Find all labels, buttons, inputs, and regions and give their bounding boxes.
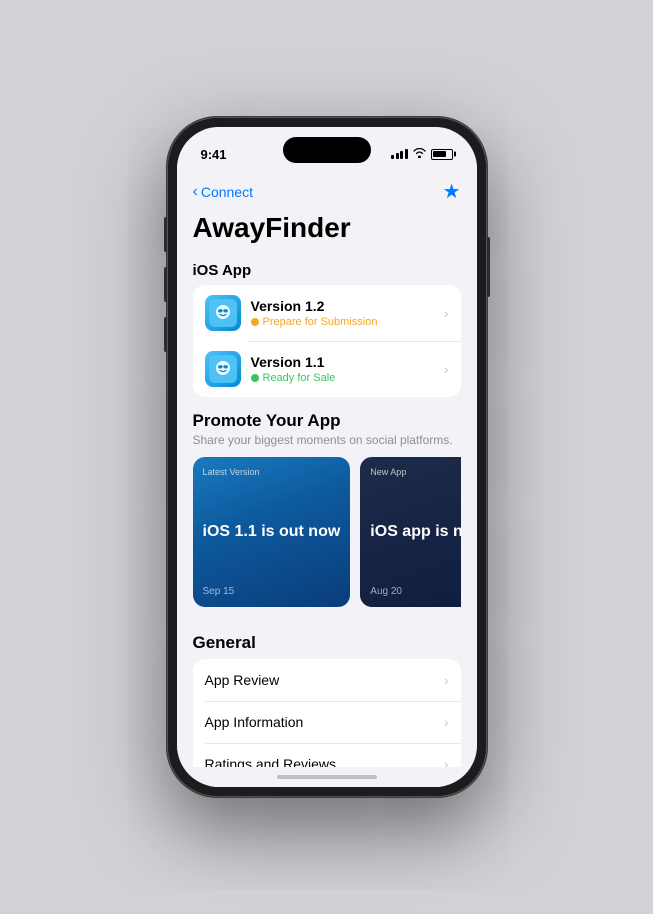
version-status-1: Prepare for Submission (251, 316, 434, 328)
app-icon-v12 (205, 295, 241, 331)
version-row-1[interactable]: Version 1.2 Prepare for Submission › (193, 285, 461, 341)
promote-title: Promote Your App (193, 411, 461, 431)
battery-icon (431, 149, 453, 160)
app-information-label: App Information (205, 714, 304, 730)
general-row-app-review[interactable]: App Review › (193, 659, 461, 701)
version-row-2[interactable]: Version 1.1 Ready for Sale › (193, 341, 461, 397)
status-indicator-2 (251, 374, 259, 382)
version-status-2: Ready for Sale (251, 372, 434, 384)
status-bar: 9:41 (177, 127, 477, 171)
general-row-ratings[interactable]: Ratings and Reviews › (193, 743, 461, 767)
general-card: App Review › App Information › Ratings a… (193, 659, 461, 767)
promo-card-1-date: Sep 15 (203, 586, 341, 597)
promo-card-2-text: iOS app is now available (370, 522, 460, 541)
general-row-app-information[interactable]: App Information › (193, 701, 461, 743)
status-icons (391, 148, 453, 161)
version-status-text-1: Prepare for Submission (263, 316, 378, 328)
chevron-right-icon-2: › (444, 361, 449, 377)
promo-card-2[interactable]: New App iOS app is now available Aug 20 (360, 457, 460, 607)
phone-screen: 9:41 (177, 127, 477, 787)
nav-bar: ‹ Connect ★ (177, 171, 477, 208)
main-content: ‹ Connect ★ AwayFinder iOS App (177, 171, 477, 767)
back-chevron-icon: ‹ (193, 183, 198, 201)
promo-cards: Latest Version iOS 1.1 is out now Sep 15… (193, 457, 461, 611)
chevron-right-icon-1: › (444, 305, 449, 321)
home-bar (277, 775, 377, 779)
promo-card-1-tag: Latest Version (203, 467, 341, 477)
versions-card: Version 1.2 Prepare for Submission › (193, 285, 461, 397)
page-title: AwayFinder (177, 208, 477, 256)
app-icon-v11 (205, 351, 241, 387)
promo-card-1-text: iOS 1.1 is out now (203, 522, 341, 541)
app-review-label: App Review (205, 672, 280, 688)
signal-icon (391, 149, 408, 159)
ratings-chevron: › (444, 756, 449, 767)
status-indicator-1 (251, 318, 259, 326)
promote-subtitle: Share your biggest moments on social pla… (193, 433, 461, 447)
version-name-2: Version 1.1 (251, 354, 434, 370)
ios-section-label: iOS App (177, 256, 477, 285)
dynamic-island (283, 137, 371, 163)
app-review-chevron: › (444, 672, 449, 688)
wifi-icon (413, 148, 426, 161)
app-information-chevron: › (444, 714, 449, 730)
version-status-text-2: Ready for Sale (263, 372, 336, 384)
status-time: 9:41 (201, 147, 227, 162)
general-section-label: General (177, 619, 477, 659)
promo-card-2-tag: New App (370, 467, 460, 477)
promo-card-2-date: Aug 20 (370, 586, 460, 597)
favorite-button[interactable]: ★ (443, 179, 461, 204)
phone-frame: 9:41 (167, 117, 487, 797)
ratings-label: Ratings and Reviews (205, 756, 337, 767)
promo-card-1[interactable]: Latest Version iOS 1.1 is out now Sep 15 (193, 457, 351, 607)
back-button[interactable]: ‹ Connect (193, 183, 253, 201)
version-info-2: Version 1.1 Ready for Sale (251, 354, 434, 384)
promote-section: Promote Your App Share your biggest mome… (177, 397, 477, 619)
version-info-1: Version 1.2 Prepare for Submission (251, 298, 434, 328)
version-name-1: Version 1.2 (251, 298, 434, 314)
back-label: Connect (201, 184, 253, 200)
home-indicator (177, 767, 477, 787)
